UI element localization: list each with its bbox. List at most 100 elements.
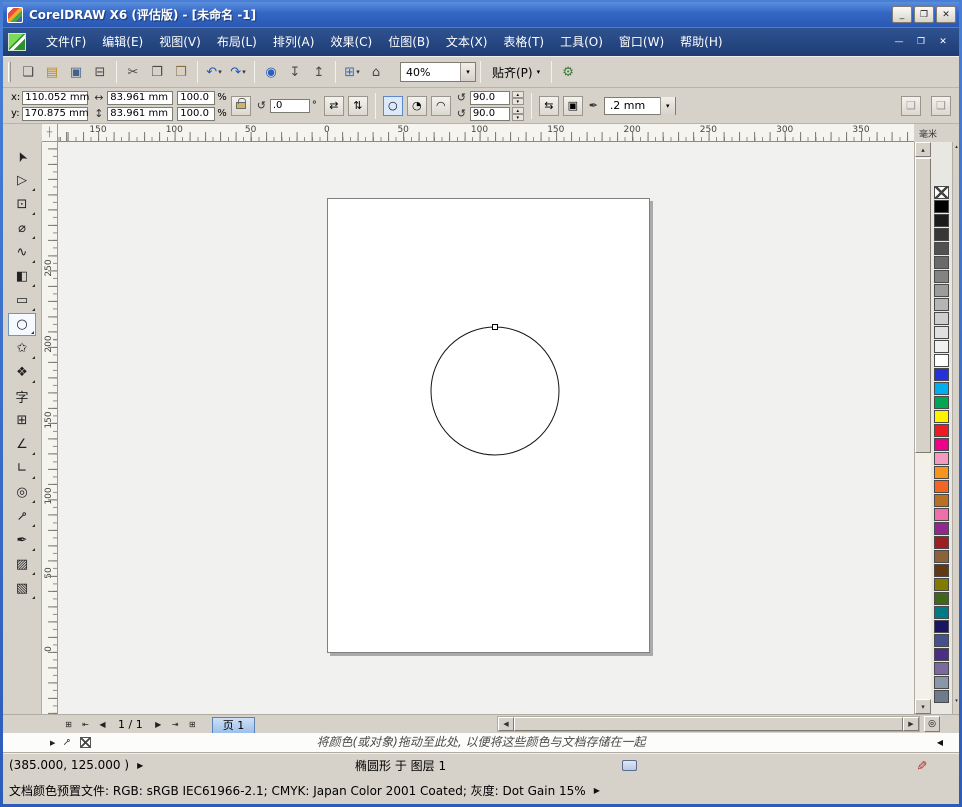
maximize-button[interactable]: ❐ bbox=[914, 6, 934, 23]
search-content-button[interactable]: ◉ bbox=[259, 60, 283, 84]
mirror-horizontal-button[interactable]: ⇄ bbox=[323, 95, 344, 116]
scale-x-field[interactable]: 100.0 bbox=[177, 90, 216, 105]
vertical-scrollbar[interactable]: ▴ ▾ bbox=[914, 142, 931, 714]
menu-item-window[interactable]: 窗口(W) bbox=[611, 28, 672, 56]
profile-flyout-icon[interactable]: ▶ bbox=[594, 786, 600, 795]
color-swatch[interactable] bbox=[934, 368, 949, 381]
color-swatch[interactable] bbox=[934, 270, 949, 283]
no-color-swatch[interactable] bbox=[934, 186, 949, 199]
pie-mode-button[interactable]: ◔ bbox=[406, 95, 427, 116]
smart-fill-tool[interactable]: ◧ bbox=[8, 265, 36, 288]
snap-to-dropdown[interactable]: 贴齐(P) ▾ bbox=[485, 61, 547, 83]
convert-to-curve-button[interactable]: ❑ bbox=[901, 95, 921, 116]
end-angle-spinner[interactable]: ▴ ▾ bbox=[511, 106, 524, 121]
spin-up-icon[interactable]: ▴ bbox=[511, 90, 524, 98]
color-swatch[interactable] bbox=[934, 494, 949, 507]
undo-button[interactable]: ↶ ▾ bbox=[202, 60, 226, 84]
horizontal-ruler[interactable]: 150 100 50 0 50 100 150 200 250 300 350 bbox=[58, 124, 914, 142]
color-swatch[interactable] bbox=[934, 634, 949, 647]
cut-button[interactable]: ✂ bbox=[121, 60, 145, 84]
table-tool[interactable]: ⊞ bbox=[8, 409, 36, 432]
color-swatch[interactable] bbox=[934, 690, 949, 703]
close-button[interactable]: ✕ bbox=[936, 6, 956, 23]
menu-item-edit[interactable]: 编辑(E) bbox=[94, 28, 151, 56]
color-swatch[interactable] bbox=[934, 620, 949, 633]
ellipse-mode-button[interactable]: ○ bbox=[382, 95, 403, 116]
scroll-down-button[interactable]: ▾ bbox=[915, 699, 931, 714]
menu-item-layout[interactable]: 布局(L) bbox=[209, 28, 265, 56]
color-swatch[interactable] bbox=[934, 578, 949, 591]
color-swatch[interactable] bbox=[934, 466, 949, 479]
color-swatch[interactable] bbox=[934, 214, 949, 227]
palette-collapse-icon[interactable]: ◀ bbox=[937, 733, 943, 752]
print-button[interactable]: ⊟ bbox=[88, 60, 112, 84]
zoom-tool[interactable]: ⌀ bbox=[8, 217, 36, 240]
horizontal-scrollbar[interactable]: ◀ ▶ bbox=[497, 716, 920, 732]
welcome-screen-button[interactable]: ⌂ bbox=[364, 60, 388, 84]
start-angle-spinner[interactable]: ▴ ▾ bbox=[511, 90, 524, 105]
scroll-left-button[interactable]: ◀ bbox=[498, 717, 514, 731]
menu-item-text[interactable]: 文本(X) bbox=[438, 28, 496, 56]
arc-mode-button[interactable]: ◠ bbox=[430, 95, 451, 116]
lock-ratio-button[interactable] bbox=[230, 95, 251, 116]
color-swatch[interactable] bbox=[934, 284, 949, 297]
new-document-button[interactable]: ❏ bbox=[16, 60, 40, 84]
color-swatch[interactable] bbox=[934, 564, 949, 577]
minimize-button[interactable]: _ bbox=[892, 6, 912, 23]
color-swatch[interactable] bbox=[934, 648, 949, 661]
mirror-vertical-button[interactable]: ⇅ bbox=[347, 95, 368, 116]
rotation-angle-field[interactable]: .0 bbox=[269, 98, 310, 113]
toolbar-grip[interactable] bbox=[8, 62, 11, 82]
ellipse-tool[interactable]: ○ bbox=[8, 313, 36, 336]
dimension-tool[interactable]: ∠ bbox=[8, 433, 36, 456]
color-swatch[interactable] bbox=[934, 508, 949, 521]
shape-tool[interactable]: ▷ bbox=[8, 169, 36, 192]
blend-tool[interactable]: ◎ bbox=[8, 481, 36, 504]
object-height-field[interactable]: 83.961 mm bbox=[107, 106, 174, 121]
color-swatch[interactable] bbox=[934, 312, 949, 325]
redo-button[interactable]: ↷ ▾ bbox=[226, 60, 250, 84]
connector-tool[interactable]: ∟ bbox=[8, 457, 36, 480]
text-wrap-button[interactable]: ▣ bbox=[562, 95, 583, 116]
color-swatch[interactable] bbox=[934, 662, 949, 675]
zoom-level-combo[interactable]: 40% ▾ bbox=[400, 62, 476, 82]
menu-item-arrange[interactable]: 排列(A) bbox=[265, 28, 323, 56]
menu-item-effects[interactable]: 效果(C) bbox=[322, 28, 380, 56]
close-curve-button[interactable]: ❑ bbox=[931, 95, 951, 116]
ellipse-top-node[interactable] bbox=[492, 324, 498, 330]
first-page-button[interactable]: ⇤ bbox=[78, 717, 93, 732]
color-swatch[interactable] bbox=[934, 592, 949, 605]
color-swatch[interactable] bbox=[934, 522, 949, 535]
rectangle-tool[interactable]: ▭ bbox=[8, 289, 36, 312]
import-button[interactable]: ↧ bbox=[283, 60, 307, 84]
end-angle-field[interactable]: 90.0 bbox=[469, 106, 510, 121]
zoom-dropdown-button[interactable]: ▾ bbox=[460, 63, 475, 81]
color-swatch[interactable] bbox=[934, 228, 949, 241]
outline-width-dropdown[interactable]: ▾ bbox=[659, 96, 675, 115]
start-angle-field[interactable]: 90.0 bbox=[469, 90, 510, 105]
color-swatch[interactable] bbox=[934, 298, 949, 311]
color-swatch[interactable] bbox=[934, 242, 949, 255]
horizontal-scroll-thumb[interactable] bbox=[514, 717, 903, 731]
menu-item-view[interactable]: 视图(V) bbox=[151, 28, 209, 56]
crop-tool[interactable]: ⊡ bbox=[8, 193, 36, 216]
spin-down-icon[interactable]: ▾ bbox=[511, 97, 524, 105]
document-minimize-button[interactable]: — bbox=[891, 37, 907, 47]
color-swatch[interactable] bbox=[934, 354, 949, 367]
fill-tool[interactable]: ▨ bbox=[8, 553, 36, 576]
ruler-origin[interactable]: ┼ bbox=[42, 124, 58, 142]
save-button[interactable]: ▣ bbox=[64, 60, 88, 84]
color-swatch[interactable] bbox=[934, 200, 949, 213]
text-tool[interactable]: 字 bbox=[8, 385, 36, 408]
outline-width-combo[interactable]: .2 mm ▾ bbox=[603, 96, 676, 115]
color-swatch[interactable] bbox=[934, 410, 949, 423]
color-swatch[interactable] bbox=[934, 452, 949, 465]
change-direction-button[interactable]: ⇆ bbox=[538, 95, 559, 116]
color-swatch[interactable] bbox=[934, 536, 949, 549]
drawn-ellipse[interactable] bbox=[430, 326, 560, 456]
zoom-to-page-button[interactable]: ◎ bbox=[924, 716, 940, 732]
menu-item-file[interactable]: 文件(F) bbox=[38, 28, 94, 56]
x-position-field[interactable]: 110.052 mm bbox=[22, 90, 89, 105]
pick-tool[interactable]: ➤ bbox=[8, 145, 36, 168]
open-button[interactable]: ▤ bbox=[40, 60, 64, 84]
